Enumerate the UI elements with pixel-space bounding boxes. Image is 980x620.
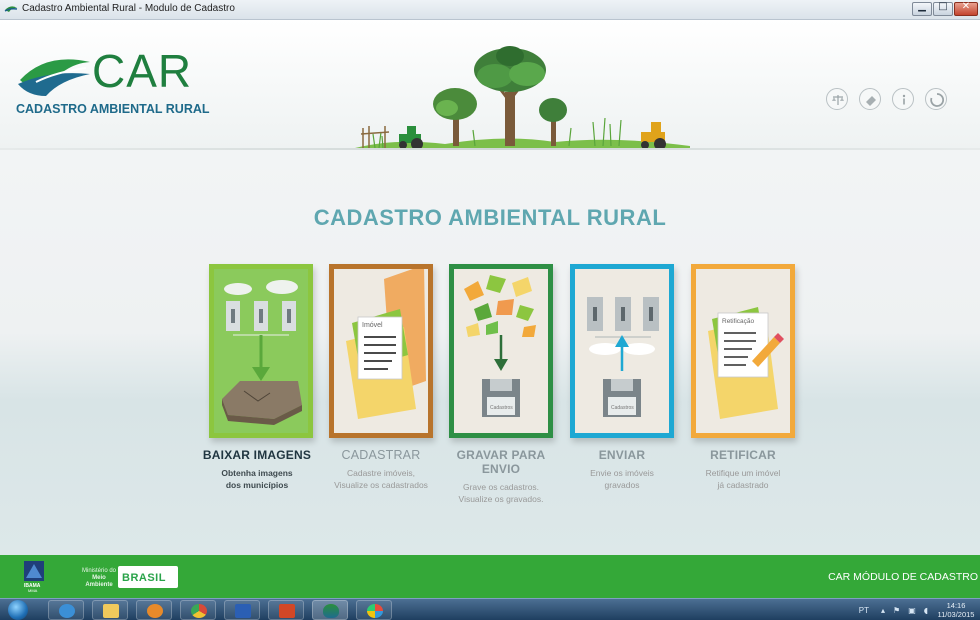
rectify-label[interactable]: RETIFICAR xyxy=(683,448,803,462)
register-label[interactable]: CADASTRAR xyxy=(321,448,441,462)
header-toolbar xyxy=(826,88,958,110)
action-send: ENVIAR Envie os imóveis gravados xyxy=(562,448,682,491)
car-leaf-icon xyxy=(4,6,18,12)
os-taskbar: PT ▴ ⚑ ▣ ◖ 14:16 11/03/2015 xyxy=(0,598,980,620)
legislation-button[interactable] xyxy=(826,88,848,110)
window-title: Cadastro Ambiental Rural - Modulo de Cad… xyxy=(22,3,235,14)
send-illustration: Cadastros xyxy=(575,269,669,433)
ibama-logo: IBAMA MMA xyxy=(22,560,46,593)
scale-icon xyxy=(832,95,844,105)
main-panel: CADASTRO AMBIENTAL RURAL Imóvel Cadastro… xyxy=(0,150,980,555)
window-titlebar: Cadastro Ambiental Rural - Modulo de Cad… xyxy=(0,0,980,20)
module-title: CAR MÓDULO DE CADASTRO xyxy=(828,571,978,583)
ministry-logo: Ministério do Meio Ambiente xyxy=(81,568,116,588)
taskbar-word[interactable] xyxy=(224,600,260,620)
send-description: Envie os imóveis gravados xyxy=(590,468,654,490)
rural-landscape-illustration xyxy=(355,46,690,152)
app-header: CAR CADASTRO AMBIENTAL RURAL xyxy=(0,20,980,152)
refresh-icon xyxy=(930,93,945,107)
eraser-icon xyxy=(866,96,876,106)
logo-word: CAR xyxy=(92,45,193,97)
paint-icon xyxy=(367,604,383,618)
info-icon xyxy=(902,94,906,105)
action-download-images: BAIXAR IMAGENS Obtenha imagens dos munic… xyxy=(197,448,317,491)
brasil-government-logo: BRASIL xyxy=(118,566,178,588)
folder-icon xyxy=(103,604,119,618)
card-imovel-label: Imóvel xyxy=(362,322,383,329)
rectify-description: Retifique um imóvel já cadastrado xyxy=(705,468,781,490)
taskbar-car-app[interactable] xyxy=(312,600,348,620)
app-footer: IBAMA MMA Ministério do Meio Ambiente BR… xyxy=(0,555,980,598)
language-indicator[interactable]: PT xyxy=(859,606,869,615)
card-cadastros-label-2: Cadastros xyxy=(611,405,634,411)
save-for-sending-description: Grave os cadastros. Visualize os gravado… xyxy=(458,482,544,504)
download-images-card[interactable] xyxy=(209,264,313,438)
taskbar-internet-explorer[interactable] xyxy=(48,600,84,620)
save-for-sending-card[interactable]: Cadastros xyxy=(449,264,553,438)
card-cadastros-label: Cadastros xyxy=(490,405,513,411)
system-clock[interactable]: 14:16 11/03/2015 xyxy=(936,601,976,619)
word-icon xyxy=(235,604,251,618)
send-card[interactable]: Cadastros xyxy=(570,264,674,438)
ibama-emblem: IBAMA MMA xyxy=(24,561,44,593)
rectify-illustration: Retificação xyxy=(696,269,790,433)
save-for-sending-label[interactable]: GRAVAR PARA ENVIO xyxy=(441,448,561,476)
internet-explorer-icon xyxy=(59,604,75,618)
car-logo: CAR CADASTRO AMBIENTAL RURAL xyxy=(16,45,210,132)
volume-icon[interactable]: ◖ xyxy=(924,606,928,615)
taskbar-file-explorer[interactable] xyxy=(92,600,128,620)
car-leaf-icon xyxy=(323,604,339,618)
tray-expand-icon[interactable]: ▴ xyxy=(881,606,885,615)
register-description: Cadastre imóveis, Visualize os cadastrad… xyxy=(334,468,428,490)
action-save-for-sending: GRAVAR PARA ENVIO Grave os cadastros. Vi… xyxy=(441,448,561,505)
powerpoint-icon xyxy=(279,604,295,618)
clear-button[interactable] xyxy=(859,88,881,110)
action-center-flag-icon[interactable]: ⚑ xyxy=(893,606,900,615)
maximize-button[interactable]: □ xyxy=(933,1,953,16)
taskbar-paint[interactable] xyxy=(356,600,392,620)
chrome-icon xyxy=(191,604,207,618)
register-card[interactable]: Imóvel xyxy=(329,264,433,438)
download-images-label[interactable]: BAIXAR IMAGENS xyxy=(197,448,317,462)
action-register: CADASTRAR Cadastre imóveis, Visualize os… xyxy=(321,448,441,491)
media-player-icon xyxy=(147,604,163,618)
window-controls: ▁ □ ✕ xyxy=(911,1,978,18)
system-tray: PT ▴ ⚑ ▣ ◖ 14:16 11/03/2015 xyxy=(859,599,976,620)
taskbar-chrome[interactable] xyxy=(180,600,216,620)
page-title: CADASTRO AMBIENTAL RURAL xyxy=(313,205,667,230)
car-logo-leaf xyxy=(18,59,90,96)
send-label[interactable]: ENVIAR xyxy=(562,448,682,462)
logo-subtitle: CADASTRO AMBIENTAL RURAL xyxy=(16,102,210,116)
info-button[interactable] xyxy=(892,88,914,110)
minimize-button[interactable]: ▁ xyxy=(912,1,932,16)
start-button[interactable] xyxy=(8,600,28,620)
save-illustration: Cadastros xyxy=(454,269,548,433)
taskbar-powerpoint[interactable] xyxy=(268,600,304,620)
brasil-word: BRASIL xyxy=(122,572,166,584)
download-images-description: Obtenha imagens dos municípios xyxy=(221,468,293,490)
network-icon[interactable]: ▣ xyxy=(908,606,916,615)
mma-text: MMA xyxy=(28,588,38,593)
refresh-button[interactable] xyxy=(925,88,947,110)
action-rectify: RETIFICAR Retifique um imóvel já cadastr… xyxy=(683,448,803,491)
taskbar-media-player[interactable] xyxy=(136,600,172,620)
rectify-card[interactable]: Retificação xyxy=(691,264,795,438)
register-illustration: Imóvel xyxy=(334,269,428,433)
close-button[interactable]: ✕ xyxy=(954,1,978,16)
card-retificacao-label: Retificação xyxy=(722,318,755,325)
download-images-illustration xyxy=(214,269,308,433)
